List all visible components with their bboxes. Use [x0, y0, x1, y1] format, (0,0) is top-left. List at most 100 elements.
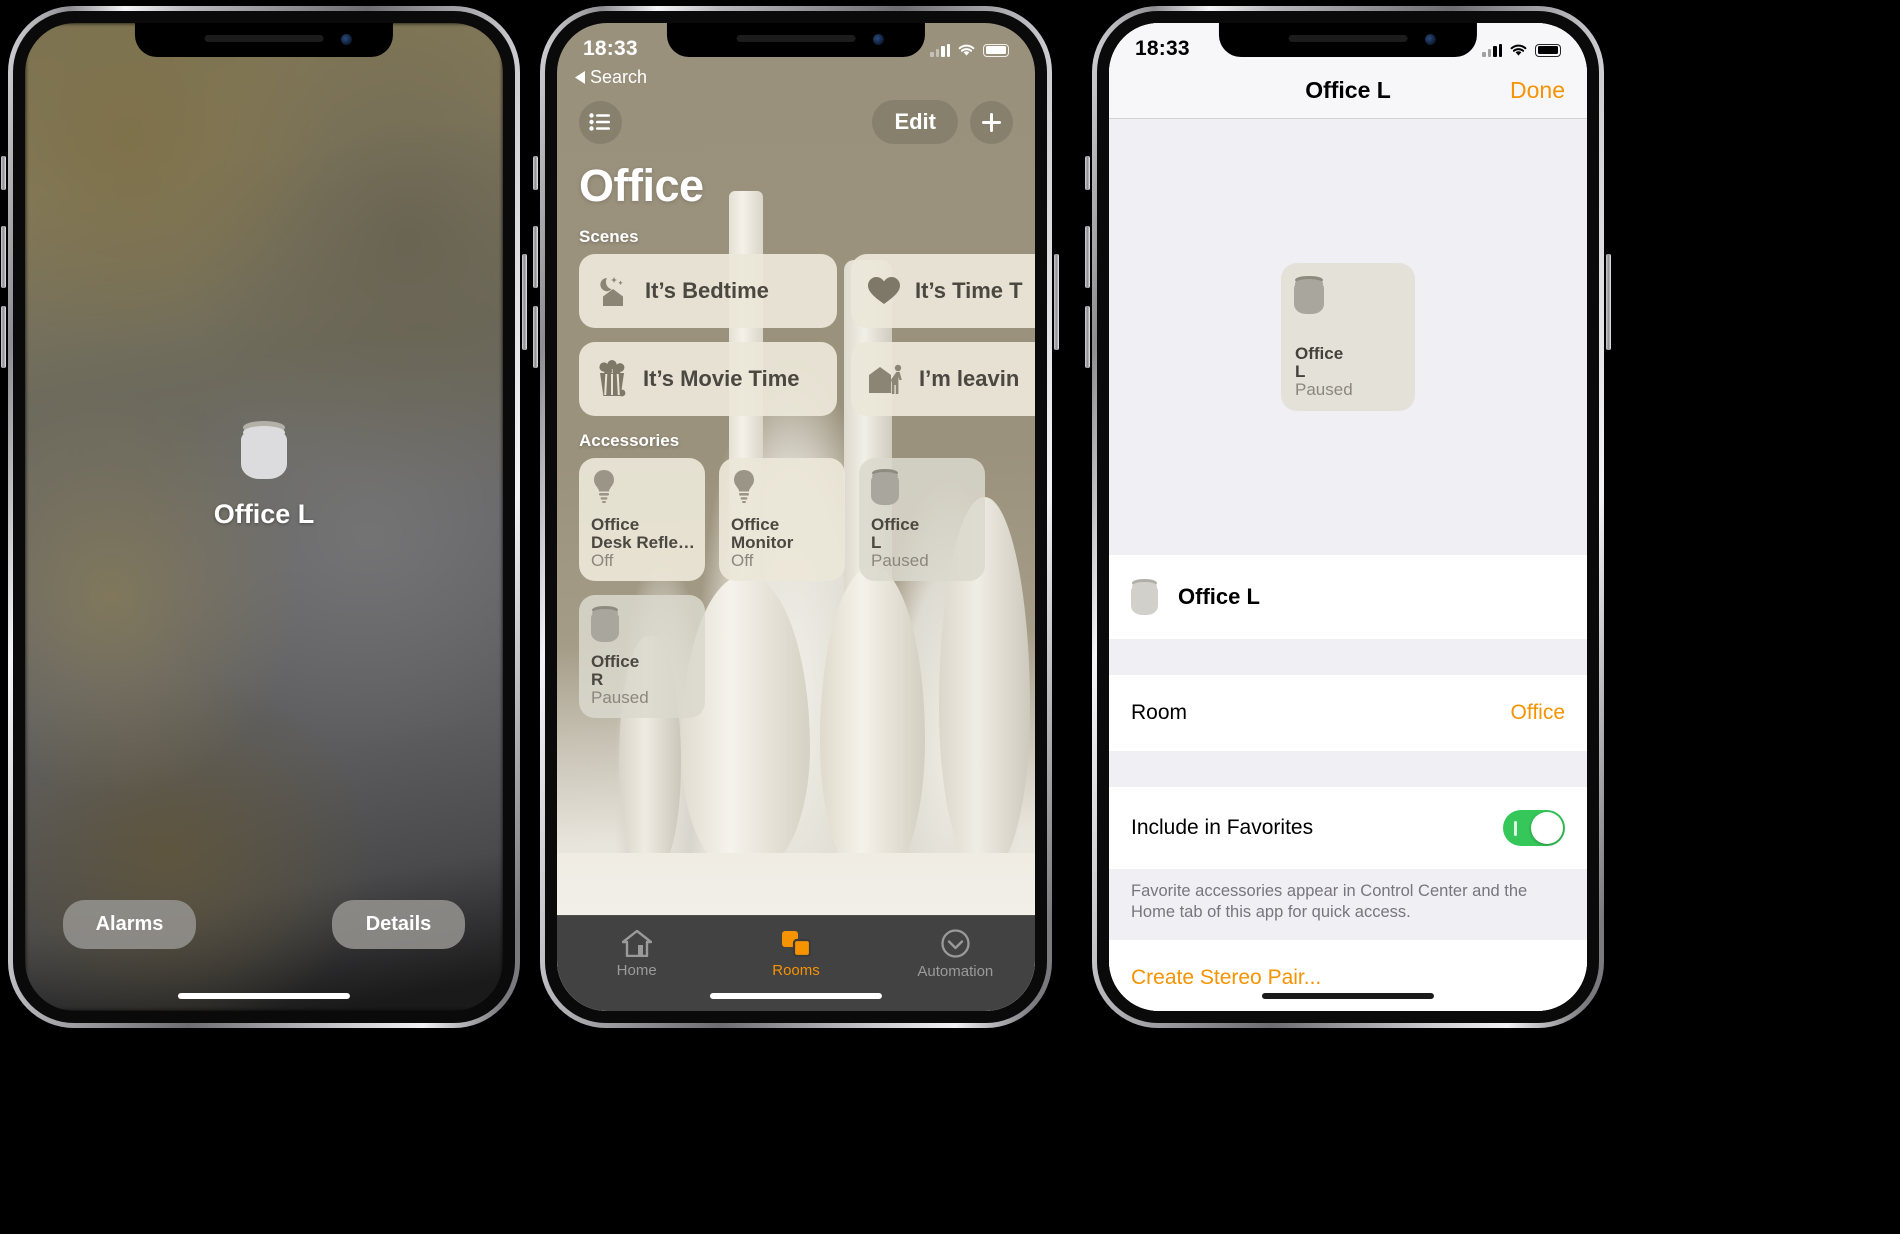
front-camera-icon — [1424, 34, 1436, 45]
scene-tile[interactable]: I’m leavin — [851, 342, 1035, 416]
phone-3-screen: 18:33 Office L Done Office L Paused Offi… — [1109, 23, 1587, 1011]
rooms-squares-icon — [781, 931, 811, 957]
room-navigation: Search Edit Office Scenes It’s Bedtime I… — [557, 67, 1035, 718]
tab-label: Rooms — [772, 962, 820, 979]
status-time: 18:33 — [1135, 37, 1190, 60]
accessory-tile[interactable]: Office L Paused — [859, 458, 985, 581]
preview-state: Paused — [1295, 379, 1353, 399]
phone-2-screen: 18:33 Search Edit Office Scenes It’s Bed… — [557, 23, 1035, 1011]
list-spacer — [1109, 639, 1587, 675]
homepod-icon — [1131, 579, 1158, 615]
scene-tile[interactable]: It’s Movie Time — [579, 342, 837, 416]
include-in-favorites-row[interactable]: Include in Favorites — [1109, 787, 1587, 869]
create-stereo-pair-row[interactable]: Create Stereo Pair... — [1109, 939, 1587, 1011]
settings-list: Office L Room Office Include in Favorite… — [1109, 555, 1587, 1011]
accessory-state: Paused — [871, 550, 929, 570]
plus-icon[interactable] — [970, 100, 1013, 144]
power-button[interactable] — [1054, 254, 1059, 350]
accessory-preview-tile[interactable]: Office L Paused — [1281, 263, 1415, 411]
scene-tile[interactable]: It’s Bedtime — [579, 254, 837, 328]
home-indicator[interactable] — [1261, 993, 1435, 999]
accessory-name-line-2: L — [871, 532, 882, 552]
moon-stars-house-icon — [600, 277, 623, 306]
accessory-name: Office L Paused — [871, 514, 929, 570]
cellular-bars-icon — [930, 43, 950, 57]
volume-down-button[interactable] — [1, 306, 6, 368]
notch — [666, 23, 926, 57]
tab-label: Automation — [917, 963, 994, 980]
home-indicator[interactable] — [709, 993, 883, 999]
alarms-button[interactable]: Alarms — [63, 900, 196, 949]
lightbulb-icon — [594, 470, 614, 503]
tab-automation[interactable]: Automation — [876, 916, 1035, 1011]
wifi-icon — [1510, 44, 1527, 56]
scenes-row-1: It’s Bedtime It’s Time T — [557, 254, 1035, 328]
accessory-name-line-2: R — [591, 669, 604, 689]
tab-home[interactable]: Home — [557, 916, 716, 1011]
phone-2-frame: 18:33 Search Edit Office Scenes It’s Bed… — [533, 6, 1059, 1028]
battery-icon — [983, 43, 1009, 57]
scene-tile[interactable]: It’s Time T — [851, 254, 1035, 328]
notch — [134, 23, 394, 57]
screenshot-stage: Office L Alarms Details 18:33 Search Edi… — [0, 0, 1900, 1234]
accessory-name-line-2: Monitor — [731, 532, 794, 552]
heart-icon — [868, 277, 900, 304]
device-name-label: Office L — [213, 499, 315, 529]
accessory-name-line-1: Office — [591, 651, 640, 671]
back-link-label: Search — [590, 67, 648, 87]
preview-name-line-1: Office — [1295, 343, 1344, 363]
mute-switch[interactable] — [533, 156, 538, 190]
accessory-name-line-1: Office — [591, 514, 640, 534]
edit-button[interactable]: Edit — [872, 100, 958, 144]
room-value: Office — [1510, 701, 1565, 724]
control-buttons-row: Alarms Details — [25, 900, 503, 949]
phone-1-frame: Office L Alarms Details — [1, 6, 527, 1028]
page-title: Office L — [1305, 77, 1391, 103]
favorites-toggle[interactable] — [1503, 810, 1565, 846]
front-camera-icon — [340, 34, 352, 45]
volume-up-button[interactable] — [1, 226, 6, 288]
accessory-tile[interactable]: Office Monitor Off — [719, 458, 845, 581]
room-label: Room — [1131, 701, 1188, 724]
accessory-name-line-1: Office — [731, 514, 780, 534]
power-button[interactable] — [1606, 254, 1611, 350]
volume-up-button[interactable] — [1085, 226, 1090, 288]
volume-down-button[interactable] — [1085, 306, 1090, 368]
accessory-name-line-1: Office — [871, 514, 920, 534]
accessories-section-header: Accessories — [579, 431, 680, 450]
status-time: 18:33 — [583, 37, 638, 60]
done-button[interactable]: Done — [1510, 77, 1565, 104]
battery-icon — [1535, 43, 1561, 57]
details-button[interactable]: Details — [332, 900, 465, 949]
homepod-icon — [591, 606, 619, 642]
favorites-footer-text: Favorite accessories appear in Control C… — [1109, 869, 1587, 940]
phone-3-frame: 18:33 Office L Done Office L Paused Offi… — [1085, 6, 1611, 1028]
preview-name: Office L Paused — [1295, 343, 1353, 399]
accessory-name-row[interactable]: Office L — [1109, 555, 1587, 639]
page-title: Office — [579, 160, 704, 211]
front-camera-icon — [872, 34, 884, 45]
volume-down-button[interactable] — [533, 306, 538, 368]
list-bullet-icon[interactable] — [579, 100, 622, 144]
accessory-name: Office R Paused — [591, 651, 649, 707]
room-row[interactable]: Room Office — [1109, 675, 1587, 751]
mute-switch[interactable] — [1085, 156, 1090, 190]
earpiece-speaker — [736, 35, 856, 42]
back-to-search-link[interactable]: Search — [557, 67, 1035, 88]
accessory-tile[interactable]: Office R Paused — [579, 595, 705, 718]
power-button[interactable] — [522, 254, 527, 350]
wifi-icon — [958, 44, 975, 56]
home-indicator[interactable] — [177, 993, 351, 999]
scenes-row-2: It’s Movie Time I’m leavin — [557, 342, 1035, 416]
chevron-left-icon — [575, 71, 585, 84]
accessory-preview-area: Office L Paused — [1109, 119, 1587, 555]
accessory-name: Office Desk Refle… Off — [591, 514, 695, 570]
volume-up-button[interactable] — [533, 226, 538, 288]
homepod-icon — [1294, 276, 1324, 314]
mute-switch[interactable] — [1, 156, 6, 190]
list-spacer — [1109, 751, 1587, 787]
homepod-control-center: Office L — [25, 421, 503, 530]
accessory-tile[interactable]: Office Desk Refle… Off — [579, 458, 705, 581]
accessory-name-line-2: Desk Refle… — [591, 532, 695, 552]
accessory-state: Off — [731, 550, 754, 570]
